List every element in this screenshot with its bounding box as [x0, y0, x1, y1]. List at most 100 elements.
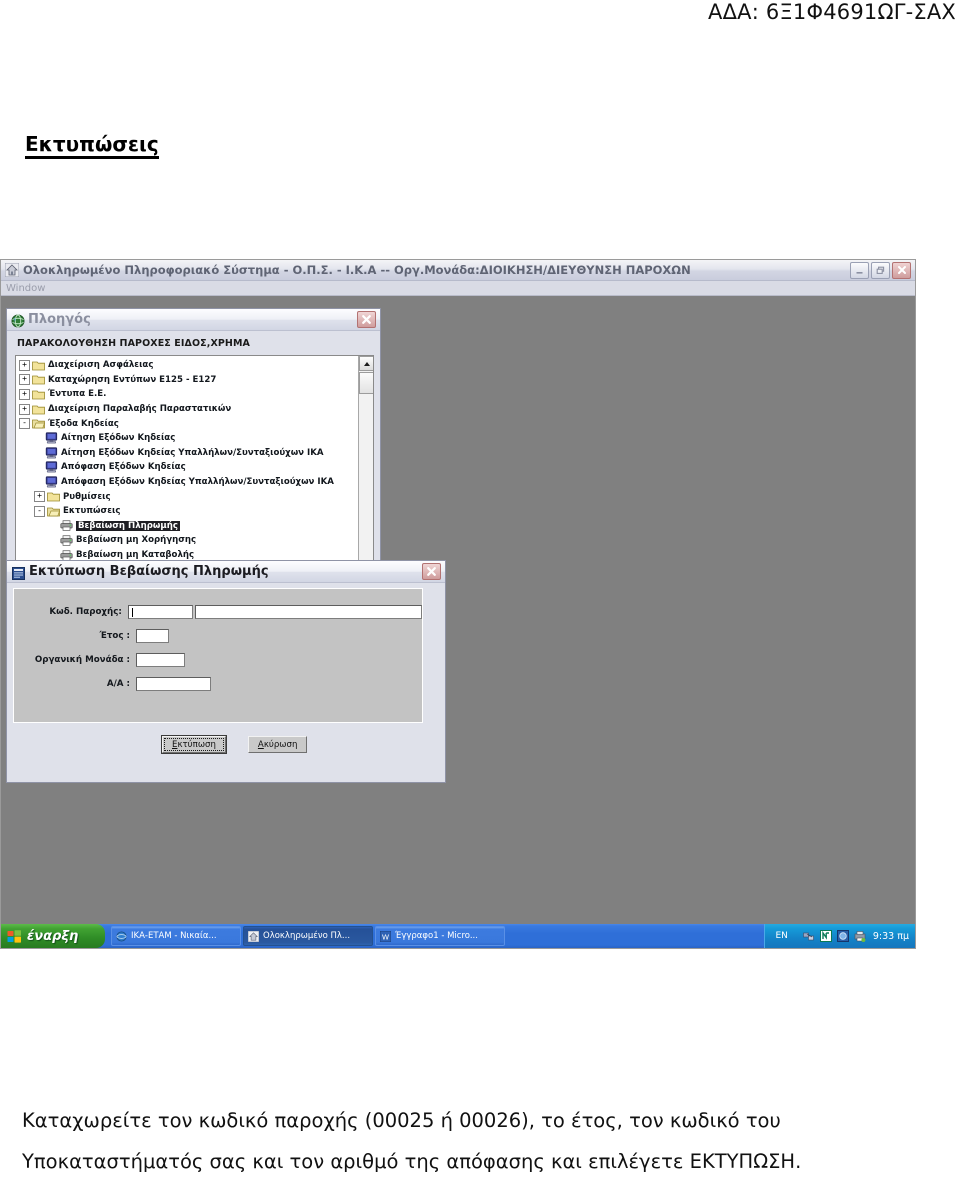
menubar[interactable]: Window [1, 281, 915, 296]
tree-item-label: Έξοδα Κηδείας [48, 418, 119, 429]
start-label: έναρξη [27, 928, 79, 944]
folder-open-icon [47, 506, 60, 517]
restore-icon[interactable] [871, 261, 890, 279]
screenshot-frame: Ολοκληρωμένο Πληροφοριακό Σύστημα - Ο.Π.… [0, 259, 916, 949]
tree-item[interactable]: Απόφαση Εξόδων Κηδείας Υπαλλήλων/Συνταξι… [19, 475, 357, 490]
printer-icon [60, 520, 73, 532]
instruction-line-1: Καταχωρείτε τον κωδικό παροχής (00025 ή … [22, 1109, 781, 1132]
form-icon [45, 461, 58, 473]
tree-item-label: Ρυθμίσεις [63, 491, 111, 502]
taskbar-tasks[interactable]: ΙΚΑ-ΕΤΑΜ - Νικαία... Ολοκληρωμένο Πλ... W Έ… [105, 926, 764, 946]
form-row: Α/Α : [14, 673, 422, 695]
tree-item-label: Βεβαίωση μη Καταβολής [76, 550, 195, 561]
tree-item[interactable]: Αίτηση Εξόδων Κηδείας Υπαλλήλων/Συνταξιο… [19, 446, 357, 461]
network-icon[interactable] [803, 930, 815, 942]
folder-icon [32, 389, 45, 400]
tree-item[interactable]: + Έντυπα Ε.Ε. [19, 387, 357, 402]
folder-icon [32, 404, 45, 415]
menu-item-window[interactable]: Window [6, 283, 45, 294]
tree-item-label: Διαχείριση Παραλαβής Παραστατικών [48, 404, 232, 415]
collapse-icon[interactable]: - [19, 418, 30, 430]
tree-item[interactable]: Βεβαίωση μη Καταβολής [19, 548, 357, 561]
expand-icon[interactable]: + [19, 359, 30, 371]
scroll-up-icon[interactable] [359, 356, 373, 371]
expand-icon[interactable]: + [19, 374, 30, 386]
tree-item[interactable]: + Ρυθμίσεις [19, 489, 357, 504]
expand-icon[interactable]: + [34, 491, 45, 503]
start-button[interactable]: έναρξη [1, 924, 105, 948]
tree-item[interactable]: + Διαχείριση Παραλαβής Παραστατικών [19, 402, 357, 417]
tree-item[interactable]: Βεβαίωση Πληρωμής [19, 519, 357, 534]
folder-icon [32, 360, 45, 371]
taskbar-item-label: ΙΚΑ-ΕΤΑΜ - Νικαία... [131, 931, 217, 941]
tree-item[interactable]: - Έξοδα Κηδείας [19, 416, 357, 431]
field-description-input[interactable] [195, 605, 422, 619]
printer-icon [60, 549, 73, 561]
language-indicator[interactable]: EN [771, 931, 797, 941]
form-icon [45, 447, 58, 459]
tree-item[interactable]: - Εκτυπώσεις [19, 504, 357, 519]
taskbar-item[interactable]: Ολοκληρωμένο Πλ... [243, 926, 373, 946]
taskbar-item[interactable]: W Έγγραφο1 - Micro... [375, 926, 505, 946]
tree-item[interactable]: + Διαχείριση Ασφάλειας [19, 358, 357, 373]
print-button[interactable]: Εκτύπωση [162, 736, 226, 753]
field-input[interactable] [136, 629, 169, 643]
globe-icon [11, 313, 25, 327]
tree-item-label: Εκτυπώσεις [63, 506, 121, 517]
form-row: Έτος : [14, 625, 422, 647]
navigator-title: Πλοηγός [28, 312, 91, 327]
cancel-button[interactable]: Ακύρωση [247, 736, 308, 753]
tree-item[interactable]: + Καταχώρηση Εντύπων E125 - E127 [19, 373, 357, 388]
instruction-line-2: Υποκαταστήματός σας και τον αριθμό της α… [22, 1150, 802, 1173]
tree-item[interactable]: Βεβαίωση μη Χορήγησης [19, 533, 357, 548]
shield-icon[interactable] [836, 930, 849, 942]
report-icon [12, 565, 25, 580]
collapse-icon[interactable]: - [34, 505, 45, 517]
print-dialog: Εκτύπωση Βεβαίωσης Πληρωμής Κωδ. Παροχής… [6, 560, 446, 783]
tree-item-label: Απόφαση Εξόδων Κηδείας Υπαλλήλων/Συνταξι… [61, 477, 334, 488]
navigator-heading: ΠΑΡΑΚΟΛΟΥΘΗΣΗ ΠΑΡΟΧΕΣ ΕΙΔΟΣ,ΧΡΗΜΑ [17, 338, 250, 349]
close-icon[interactable] [892, 261, 911, 279]
tree-scrollbar[interactable] [358, 356, 373, 561]
form-row: Οργανική Μονάδα : [14, 649, 422, 671]
close-icon[interactable] [357, 311, 376, 328]
scroll-thumb[interactable] [359, 372, 373, 394]
navigator-tree[interactable]: + Διαχείριση Ασφάλειας + Καταχώρηση Εντύπων… [15, 355, 374, 562]
field-input[interactable] [127, 605, 194, 619]
field-label: Κωδ. Παροχής: [49, 607, 122, 617]
tree-item-label: Αίτηση Εξόδων Κηδείας Υπαλλήλων/Συνταξιο… [61, 447, 324, 458]
expand-icon[interactable]: + [19, 388, 30, 400]
taskbar-item[interactable]: ΙΚΑ-ΕΤΑΜ - Νικαία... [111, 926, 241, 946]
app-titlebar: Ολοκληρωμένο Πληροφοριακό Σύστημα - Ο.Π.… [1, 260, 915, 281]
system-tray: EN 9:33 πμ [764, 924, 915, 948]
field-input[interactable] [136, 677, 211, 691]
field-label: Α/Α : [106, 679, 130, 689]
printer-tray-icon[interactable] [854, 930, 866, 942]
cancel-button-label: κύρωση [263, 739, 298, 750]
field-label: Οργανική Μονάδα : [34, 655, 130, 665]
form-icon [45, 432, 58, 444]
tree-list[interactable]: + Διαχείριση Ασφάλειας + Καταχώρηση Εντύπων… [16, 356, 357, 561]
field-input[interactable] [136, 653, 185, 667]
taskbar-item-label: Έγγραφο1 - Micro... [395, 931, 478, 941]
expand-icon[interactable]: + [19, 403, 30, 415]
form-row: Κωδ. Παροχής: [14, 601, 422, 623]
tree-item[interactable]: Αίτηση Εξόδων Κηδείας [19, 431, 357, 446]
norton-icon[interactable] [819, 930, 832, 942]
tree-item[interactable]: Απόφαση Εξόδων Κηδείας [19, 460, 357, 475]
window-controls [850, 261, 915, 279]
close-icon[interactable] [422, 563, 441, 580]
minimize-icon[interactable] [850, 261, 869, 279]
